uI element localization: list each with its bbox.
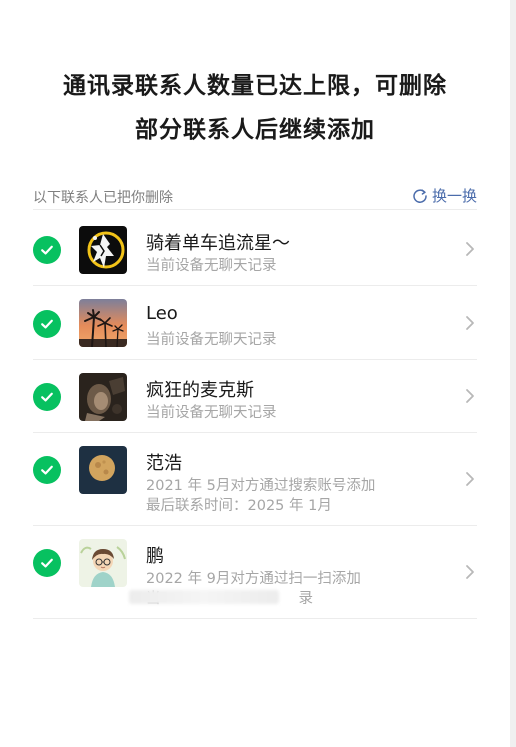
check-icon[interactable] xyxy=(33,549,61,577)
check-icon[interactable] xyxy=(33,236,61,264)
contact-info-masked-end: 录 xyxy=(298,591,314,607)
contact-name: 鹏 xyxy=(146,546,164,567)
contact-info: 当前设备无聊天记录 xyxy=(146,332,277,348)
contact-name: 疯狂的麦克斯 xyxy=(146,380,254,401)
contact-row[interactable]: 鹏 2022 年 9月对方通过扫一扫添加 当录 xyxy=(33,526,477,619)
contact-row[interactable]: 骑着单车追流星～ 当前设备无聊天记录 xyxy=(33,212,477,286)
contact-last-contact: 最后联系时间：2025 年 1月 xyxy=(146,498,332,514)
page-title-line1: 通讯录联系人数量已达上限，可删除 xyxy=(63,73,447,99)
check-icon[interactable] xyxy=(33,310,61,338)
contact-info: 当前设备无聊天记录 xyxy=(146,258,277,274)
contact-name: 骑着单车追流星～ xyxy=(146,233,290,254)
chevron-right-icon xyxy=(463,387,477,405)
avatar xyxy=(79,446,127,494)
contact-info: 2021 年 5月对方通过搜索账号添加 xyxy=(146,478,376,494)
section-label: 以下联系人已把你删除 xyxy=(33,190,173,206)
chevron-right-icon xyxy=(463,563,477,581)
refresh-button[interactable]: 换一换 xyxy=(412,185,477,206)
refresh-label: 换一换 xyxy=(431,187,477,205)
avatar xyxy=(79,539,127,587)
contact-row[interactable]: 疯狂的麦克斯 当前设备无聊天记录 xyxy=(33,360,477,433)
check-icon[interactable] xyxy=(33,383,61,411)
page-title-line2: 部分联系人后继续添加 xyxy=(135,117,375,143)
redaction-mask xyxy=(129,590,279,604)
avatar xyxy=(79,373,127,421)
window-edge xyxy=(510,0,516,747)
contact-row[interactable]: Leo 当前设备无聊天记录 xyxy=(33,286,477,360)
chevron-right-icon xyxy=(463,470,477,488)
contact-info: 2022 年 9月对方通过扫一扫添加 xyxy=(146,571,361,587)
contact-name: 范浩 xyxy=(146,453,182,474)
section-header: 以下联系人已把你删除 换一换 xyxy=(33,185,477,210)
chevron-right-icon xyxy=(463,240,477,258)
chevron-right-icon xyxy=(463,314,477,332)
contact-row[interactable]: 范浩 2021 年 5月对方通过搜索账号添加 最后联系时间：2025 年 1月 xyxy=(33,433,477,526)
avatar xyxy=(79,299,127,347)
contact-name: Leo xyxy=(146,303,178,324)
refresh-icon xyxy=(413,188,427,203)
avatar xyxy=(79,226,127,274)
check-icon[interactable] xyxy=(33,456,61,484)
contact-info: 当前设备无聊天记录 xyxy=(146,405,277,421)
